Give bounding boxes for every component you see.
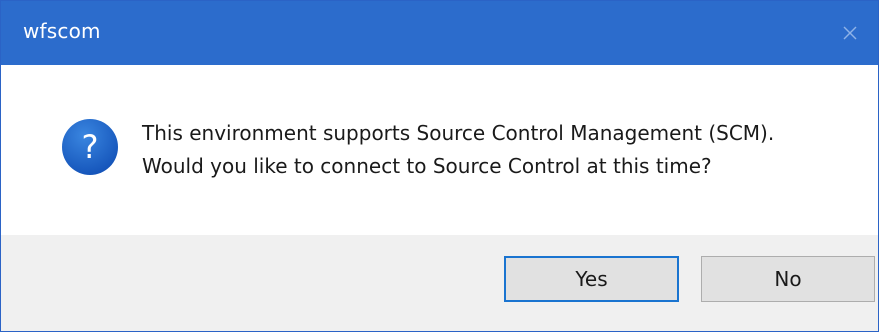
message-dialog: wfscom ? This environment supports Sourc… xyxy=(0,0,879,332)
question-icon: ? xyxy=(62,119,118,175)
title-bar[interactable]: wfscom xyxy=(1,1,878,65)
close-icon xyxy=(843,26,857,40)
dialog-content: ? This environment supports Source Contr… xyxy=(1,65,878,235)
close-button[interactable] xyxy=(822,1,878,65)
message-text: This environment supports Source Control… xyxy=(142,117,774,183)
yes-button[interactable]: Yes xyxy=(504,256,679,302)
window-title: wfscom xyxy=(23,19,101,43)
message-line-1: This environment supports Source Control… xyxy=(142,121,775,145)
message-line-2: Would you like to connect to Source Cont… xyxy=(142,154,712,178)
button-bar: Yes No xyxy=(1,235,878,331)
svg-text:?: ? xyxy=(82,128,99,166)
no-button[interactable]: No xyxy=(701,256,875,302)
